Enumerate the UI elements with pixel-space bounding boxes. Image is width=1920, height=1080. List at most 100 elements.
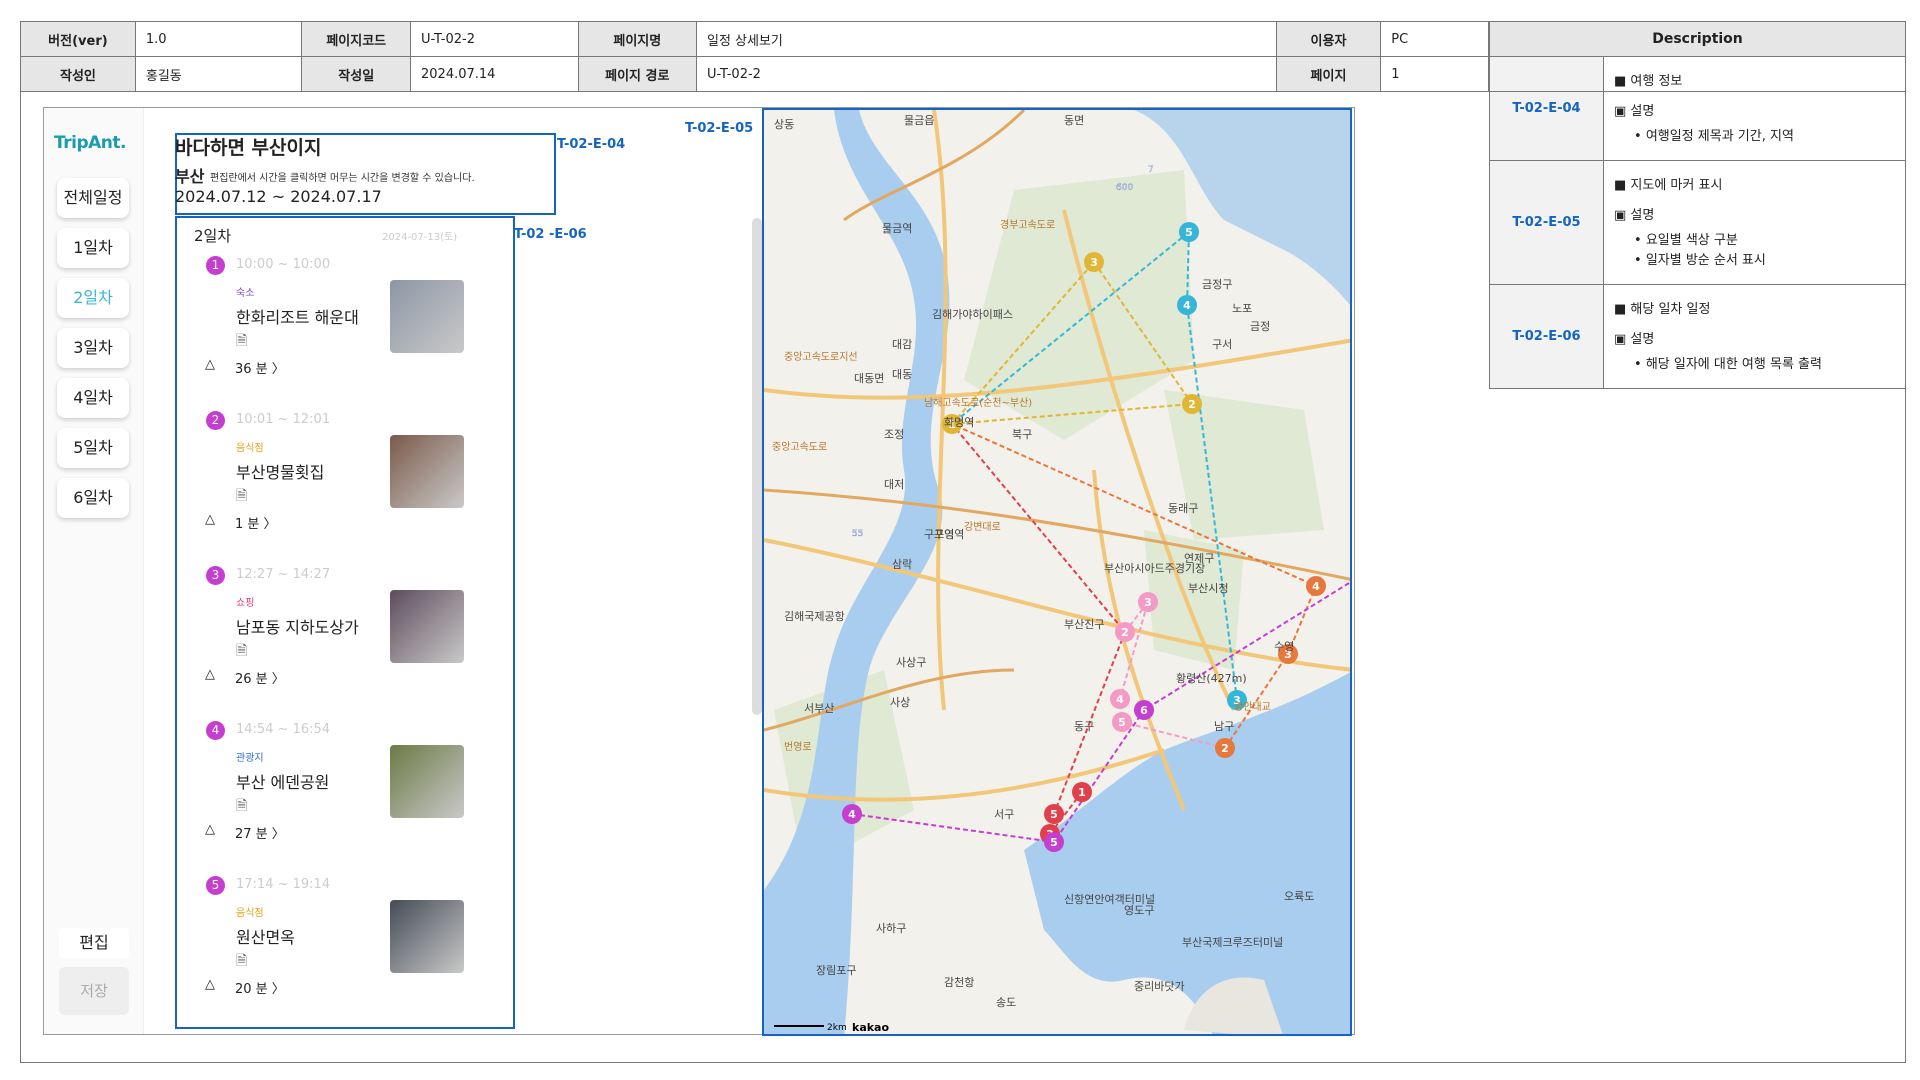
map-place-label: 동면	[1064, 114, 1084, 127]
map-marker[interactable]: 5	[1179, 222, 1199, 242]
marker-number: 5	[1118, 716, 1126, 729]
map-place-label: 물금읍	[904, 114, 934, 127]
map-place-label: 물금역	[882, 222, 912, 235]
place-thumbnail	[390, 900, 464, 973]
scale-label: 2km	[827, 1023, 847, 1033]
place-thumbnail	[390, 435, 464, 508]
map-place-label: 대동	[892, 368, 912, 381]
place-thumbnail	[390, 280, 464, 353]
itinerary-day: 2일차	[194, 227, 232, 245]
map-marker[interactable]: 3	[1138, 592, 1158, 612]
day-tab-all[interactable]: 전체일정	[57, 178, 129, 218]
memo-icon[interactable]: 🗎	[236, 330, 247, 354]
map-place-label: 동구	[1074, 720, 1094, 733]
route-icon: △	[205, 822, 215, 837]
path-value: U-T-02-2	[695, 56, 1277, 92]
trip-region: 부산	[175, 167, 205, 186]
map-road-label: 중앙고속도로지선	[784, 351, 858, 363]
map-place-label: 김해국제공항	[784, 609, 845, 623]
travel-duration[interactable]: 20 분 〉	[235, 978, 285, 997]
map-view[interactable]: 1233452341352345456 물금읍동면대동면북구구포역동래구연제구부…	[762, 108, 1352, 1036]
day-tab-6[interactable]: 6일차	[57, 478, 129, 518]
map-place-label: 조정	[884, 428, 904, 441]
itinerary-date: 2024-07-13(토)	[382, 232, 458, 243]
map-place-label: 부산진구	[1064, 618, 1104, 631]
map-place-label: 남구	[1214, 720, 1234, 733]
memo-icon[interactable]: 🗎	[236, 640, 247, 664]
label-e04: T-02-E-04	[557, 137, 626, 152]
marker-number: 3	[1090, 256, 1098, 269]
map-marker[interactable]: 5	[1044, 832, 1064, 852]
place-thumbnail	[390, 590, 464, 663]
user-value: PC	[1380, 21, 1489, 57]
memo-icon[interactable]: 🗎	[236, 950, 247, 974]
map-place-label: 서부산	[804, 702, 834, 715]
map-place-label: 대저	[884, 478, 904, 491]
page-code-value: U-T-02-2	[410, 21, 579, 57]
map-place-label: 부산국제크루즈터미널	[1182, 936, 1283, 949]
map-marker[interactable]: 2	[1182, 394, 1202, 414]
time-range[interactable]: 10:00 ~ 10:00	[236, 257, 330, 272]
place-category: 숙소	[236, 288, 255, 299]
map-marker[interactable]: 2	[1215, 738, 1235, 758]
map-marker[interactable]: 2	[1115, 622, 1135, 642]
place-name: 부산명물횟집	[236, 463, 325, 482]
map-marker[interactable]: 4	[1177, 295, 1197, 315]
marker-number: 5	[1050, 836, 1058, 849]
spec-header-table: 버전(ver) 1.0 페이지코드 U-T-02-2 페이지명 일정 상세보기 …	[20, 21, 1489, 92]
map-marker[interactable]: 5	[1112, 712, 1132, 732]
memo-icon[interactable]: 🗎	[236, 795, 247, 819]
author-value: 홍길동	[134, 56, 303, 92]
map-place-label: 서구	[994, 808, 1014, 821]
description-title: Description	[1489, 21, 1906, 57]
marker-number: 6	[1140, 704, 1148, 717]
highway-shield: 55	[852, 529, 863, 539]
page-name-value: 일정 상세보기	[695, 21, 1277, 57]
edit-button[interactable]: 편집	[59, 928, 129, 958]
order-number: 4	[206, 721, 225, 740]
place-name: 한화리조트 해운대	[236, 308, 359, 327]
day-tab-4[interactable]: 4일차	[57, 378, 129, 418]
time-range[interactable]: 17:14 ~ 19:14	[236, 877, 330, 892]
day-tab-2[interactable]: 2일차	[57, 278, 129, 318]
map-marker[interactable]: 4	[1306, 576, 1326, 596]
map-marker[interactable]: 3	[1084, 252, 1104, 272]
travel-duration[interactable]: 1 분 〉	[235, 513, 277, 532]
map-place-label: 사상	[890, 696, 910, 709]
map-place-label: 중리바닷가	[1134, 980, 1185, 993]
marker-number: 4	[1312, 580, 1320, 593]
memo-icon[interactable]: 🗎	[236, 485, 247, 509]
scrollbar[interactable]	[752, 218, 762, 715]
map-place-label: 노포	[1232, 302, 1252, 315]
time-range[interactable]: 12:27 ~ 14:27	[236, 567, 330, 582]
map-place-label: 사상구	[896, 656, 926, 669]
day-tab-3[interactable]: 3일차	[57, 328, 129, 368]
date-label: 작성일	[301, 56, 412, 92]
place-category: 음식점	[236, 443, 264, 454]
day-tab-1[interactable]: 1일차	[57, 228, 129, 268]
time-range[interactable]: 10:01 ~ 12:01	[236, 412, 330, 427]
time-range[interactable]: 14:54 ~ 16:54	[236, 722, 330, 737]
travel-duration[interactable]: 27 분 〉	[235, 823, 285, 842]
marker-number: 4	[1183, 299, 1191, 312]
map-marker[interactable]: 5	[1044, 804, 1064, 824]
map-marker[interactable]: 6	[1134, 700, 1154, 720]
day-tab-5[interactable]: 5일차	[57, 428, 129, 468]
app-logo[interactable]: TripAnt.	[54, 133, 126, 153]
map-marker[interactable]: 4	[1110, 689, 1130, 709]
map-marker[interactable]: 1	[1072, 782, 1092, 802]
map-marker[interactable]: 4	[842, 804, 862, 824]
map-road-label: 광안대교	[1234, 701, 1271, 713]
version-value: 1.0	[134, 21, 303, 57]
map-place-label: 화명역	[944, 416, 974, 429]
travel-duration[interactable]: 26 분 〉	[235, 668, 285, 687]
map-canvas[interactable]: 1233452341352345456 물금읍동면대동면북구구포역동래구연제구부…	[764, 110, 1352, 1036]
map-place-label: 북구	[1012, 428, 1032, 441]
user-label: 이용자	[1275, 21, 1382, 57]
travel-duration[interactable]: 36 분 〉	[235, 358, 285, 377]
place-name: 원산면옥	[236, 928, 295, 947]
place-category: 쇼핑	[236, 598, 255, 609]
map-road-label: 남해고속도로(순천~부산)	[924, 396, 1032, 409]
save-button[interactable]: 저장	[59, 967, 129, 1015]
page-label: 페이지	[1275, 56, 1382, 92]
